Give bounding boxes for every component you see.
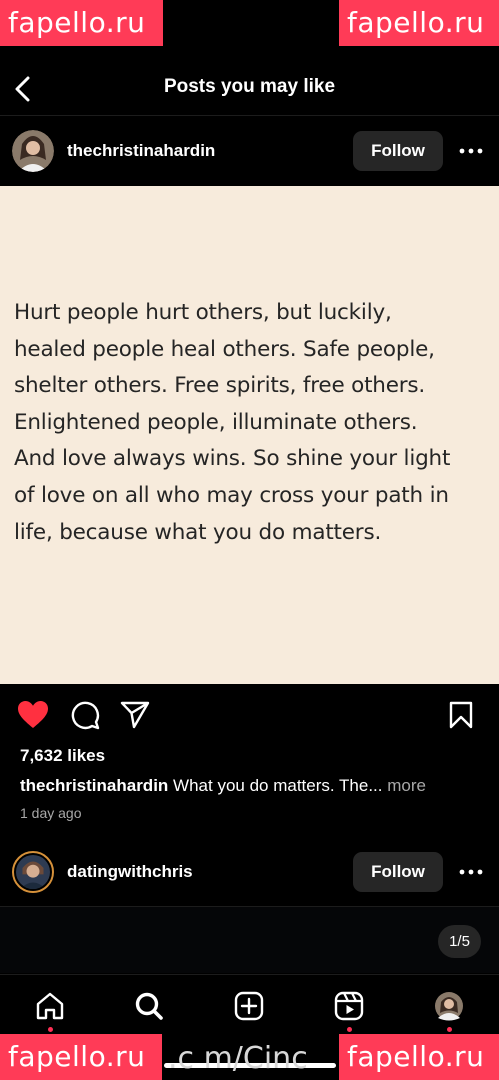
more-options-button[interactable] bbox=[456, 858, 486, 886]
comment-icon bbox=[71, 701, 100, 730]
caption-username[interactable]: thechristinahardin bbox=[20, 776, 168, 795]
post-header: datingwithchris Follow bbox=[0, 845, 499, 899]
heart-filled-icon bbox=[18, 701, 48, 728]
comment-button[interactable] bbox=[68, 698, 102, 732]
more-horizontal-icon bbox=[459, 148, 483, 154]
page-title: Posts you may like bbox=[163, 76, 336, 97]
tab-create[interactable] bbox=[232, 989, 266, 1023]
more-horizontal-icon bbox=[459, 869, 483, 875]
home-icon bbox=[36, 992, 64, 1020]
post-image[interactable]: Hurt people hurt others, but luckily, he… bbox=[0, 186, 499, 684]
quote-text: Hurt people hurt others, but luckily, he… bbox=[14, 300, 451, 545]
post-username[interactable]: thechristinahardin bbox=[67, 141, 215, 161]
notification-dot bbox=[347, 1027, 352, 1032]
likes-count[interactable]: 7,632 likes bbox=[20, 746, 105, 766]
post-header: thechristinahardin Follow bbox=[0, 124, 499, 178]
notification-dot bbox=[447, 1027, 452, 1032]
avatar[interactable] bbox=[12, 130, 54, 172]
watermark-bottom-right: fapello.ru bbox=[339, 1034, 499, 1080]
watermark-bottom-left: fapello.ru bbox=[0, 1034, 162, 1080]
avatar-image bbox=[16, 855, 50, 889]
reels-icon bbox=[334, 991, 364, 1021]
share-button[interactable] bbox=[118, 698, 152, 732]
avatar[interactable] bbox=[12, 851, 54, 893]
caption-more-link[interactable]: more bbox=[387, 776, 426, 795]
tab-search[interactable] bbox=[132, 989, 166, 1023]
post-caption[interactable]: thechristinahardin What you do matters. … bbox=[20, 776, 490, 796]
more-options-button[interactable] bbox=[456, 137, 486, 165]
search-icon bbox=[135, 992, 163, 1020]
post-image[interactable] bbox=[0, 907, 499, 973]
top-bar: Posts you may like bbox=[0, 66, 499, 112]
post-timestamp: 1 day ago bbox=[20, 805, 82, 821]
like-button[interactable] bbox=[16, 698, 50, 732]
post-actions bbox=[0, 696, 499, 736]
tab-home[interactable] bbox=[33, 989, 67, 1023]
create-icon bbox=[234, 991, 264, 1021]
carousel-counter: 1/5 bbox=[438, 925, 481, 958]
watermark-top-right: fapello.ru bbox=[339, 0, 499, 46]
follow-button[interactable]: Follow bbox=[353, 131, 443, 171]
watermark-top-left: fapello.ru bbox=[0, 0, 163, 46]
watermark-bottom-center: .c m/Cinc bbox=[168, 1041, 308, 1076]
tab-profile[interactable] bbox=[432, 989, 466, 1023]
tab-reels[interactable] bbox=[332, 989, 366, 1023]
follow-button[interactable]: Follow bbox=[353, 852, 443, 892]
profile-avatar bbox=[435, 992, 463, 1021]
post-username[interactable]: datingwithchris bbox=[67, 862, 193, 882]
bookmark-icon bbox=[449, 701, 473, 729]
save-button[interactable] bbox=[444, 698, 478, 732]
caption-text: What you do matters. The... bbox=[173, 776, 383, 795]
notification-dot bbox=[48, 1027, 53, 1032]
avatar-image bbox=[12, 130, 54, 172]
header-divider bbox=[0, 115, 499, 116]
send-icon bbox=[120, 701, 150, 729]
